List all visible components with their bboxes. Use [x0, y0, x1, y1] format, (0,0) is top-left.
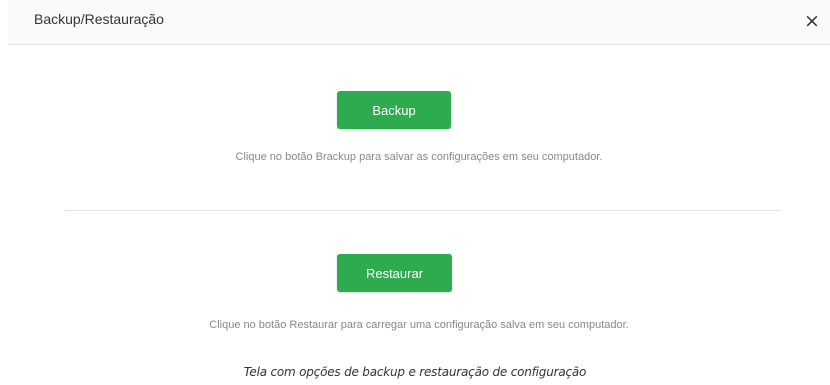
- close-icon[interactable]: ×: [802, 10, 822, 32]
- dialog-header: Backup/Restauração ×: [8, 0, 830, 45]
- figure-caption: Tela com opções de backup e restauração …: [243, 365, 587, 379]
- restore-button[interactable]: Restaurar: [337, 254, 452, 292]
- section-divider: [65, 210, 781, 211]
- dialog-title: Backup/Restauração: [34, 11, 164, 27]
- backup-button[interactable]: Backup: [337, 91, 451, 129]
- backup-description: Clique no botão Brackup para salvar as c…: [235, 151, 603, 163]
- restore-description: Clique no botão Restaurar para carregar …: [209, 319, 629, 331]
- backup-restore-dialog: Backup/Restauração × Backup Clique no bo…: [8, 0, 830, 355]
